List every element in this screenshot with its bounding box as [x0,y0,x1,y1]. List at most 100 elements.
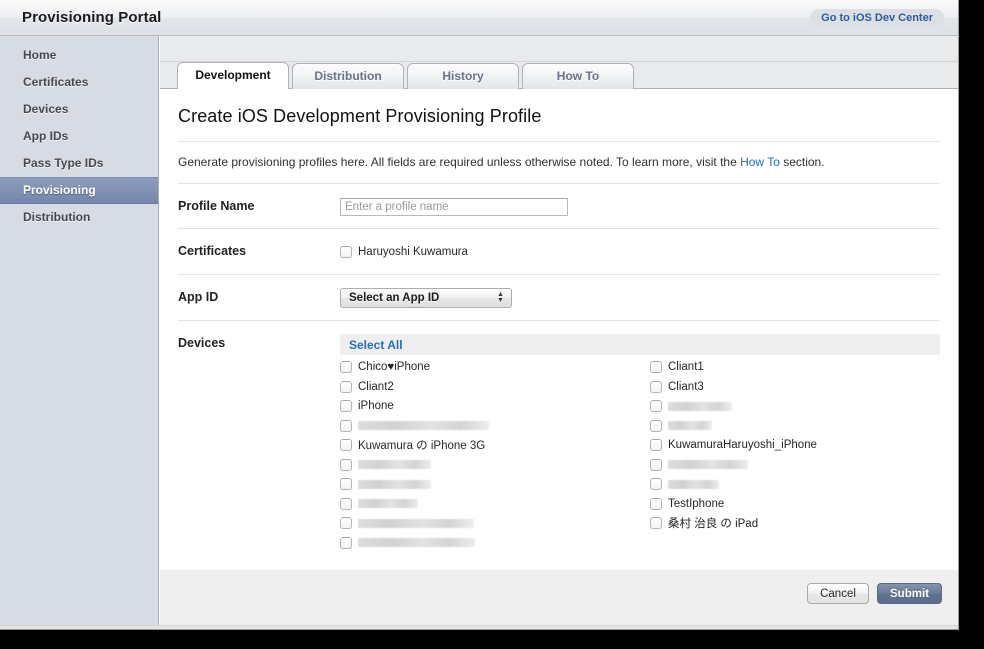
certificates-row: Certificates Haruyoshi Kuwamura [178,228,940,274]
provisioning-portal-window: Provisioning Portal Go to iOS Dev Center… [0,0,959,630]
checkbox-icon[interactable] [340,245,352,258]
main-panel: Create iOS Development Provisioning Prof… [160,89,958,597]
item-label: Kuwamura の iPhone 3G [358,440,486,453]
checkbox-icon[interactable] [650,458,662,471]
device-checkbox-row[interactable] [650,475,940,495]
sidebar-item-label: App IDs [23,129,69,143]
tab-label: History [442,69,484,83]
device-checkbox-row[interactable]: Cliant2 [340,377,640,397]
content-top-spacer [160,36,958,62]
device-checkbox-row[interactable] [340,416,640,436]
sidebar-item-label: Certificates [23,75,89,89]
device-column-left: Chico♥iPhone Cliant2 iPhone Kuwamura の iPho… [340,358,640,553]
form-footer: Cancel Submit [160,569,958,629]
redacted-device-name [668,401,732,411]
redacted-device-name [358,499,418,509]
device-grid: Chico♥iPhone Cliant2 iPhone Kuwamura の iPho… [340,355,940,553]
page-title: Provisioning Portal [22,9,162,26]
section-title: Create iOS Development Provisioning Prof… [178,106,542,126]
device-checkbox-row[interactable]: 桑村 治良 の iPad [650,514,940,534]
select-all-bar: Select All [340,333,940,355]
sidebar-item-provisioning[interactable]: Provisioning [0,177,158,204]
sidebar-item-certificates[interactable]: Certificates [0,69,158,96]
tab-bar: Development Distribution History How To [160,62,958,90]
device-checkbox-row[interactable]: Chico♥iPhone [340,358,640,378]
app-id-row: App ID Select an App ID ▲ ▼ [178,273,940,320]
checkbox-icon[interactable] [650,380,662,393]
sidebar-item-home[interactable]: Home [0,42,158,69]
checkbox-icon[interactable] [340,478,352,491]
profile-name-input[interactable] [340,198,568,216]
device-checkbox-row[interactable]: Kuwamura の iPhone 3G [340,436,640,456]
window-bottom-edge [0,625,958,629]
checkbox-icon[interactable] [340,419,352,432]
checkbox-icon[interactable] [650,497,662,510]
tab-history[interactable]: History [407,63,519,89]
certificate-checkbox-row[interactable]: Haruyoshi Kuwamura [340,242,940,262]
item-label: Cliant2 [358,380,394,393]
intro-text-after: section. [779,155,825,169]
checkbox-icon[interactable] [650,361,662,374]
certificates-list: Haruyoshi Kuwamura [340,242,940,262]
checkbox-icon[interactable] [650,439,662,452]
checkbox-icon[interactable] [340,400,352,413]
redacted-device-name [358,518,474,528]
checkbox-icon[interactable] [340,497,352,510]
item-label: Cliant1 [668,361,704,374]
checkbox-icon[interactable] [340,458,352,471]
device-checkbox-row[interactable] [650,397,940,417]
sidebar-nav: Home Certificates Devices App IDs Pass Type … [0,36,159,629]
checkbox-icon[interactable] [650,517,662,530]
how-to-link[interactable]: How To [740,155,780,169]
device-checkbox-row[interactable]: TestIphone [650,494,940,514]
app-id-select[interactable]: Select an App ID ▲ ▼ [340,287,512,308]
content-area: Development Distribution History How To Cre… [160,36,958,629]
device-column-right: Cliant1 Cliant3 KuwamuraHaruyoshi_iPhone Te… [640,358,940,553]
tab-distribution[interactable]: Distribution [292,63,404,89]
devices-row: Devices Select All Chico♥iPhone Cliant2 iP… [178,319,940,553]
tab-how-to[interactable]: How To [522,63,634,89]
intro-text-before: Generate provisioning profiles here. All… [178,155,741,169]
submit-button[interactable]: Submit [877,583,942,604]
select-all-link[interactable]: Select All [349,338,403,352]
redacted-device-name [668,479,719,489]
sidebar-item-label: Home [23,48,57,62]
devices-label: Devices [178,335,226,350]
checkbox-icon[interactable] [650,400,662,413]
redacted-device-name [668,421,712,431]
cancel-button[interactable]: Cancel [807,583,870,604]
device-checkbox-row[interactable] [650,455,940,475]
tab-label: Development [195,68,271,82]
checkbox-icon[interactable] [340,361,352,374]
sidebar-item-distribution[interactable]: Distribution [0,204,158,231]
checkbox-icon[interactable] [650,419,662,432]
device-checkbox-row[interactable]: KuwamuraHaruyoshi_iPhone [650,436,940,456]
tab-development[interactable]: Development [177,62,289,90]
checkbox-icon[interactable] [340,536,352,549]
sidebar-item-label: Provisioning [23,183,96,197]
redacted-device-name [358,460,431,470]
item-label: Chico♥iPhone [358,361,431,374]
checkbox-icon[interactable] [340,380,352,393]
sidebar-item-pass-type-ids[interactable]: Pass Type IDs [0,150,158,177]
device-checkbox-row[interactable]: iPhone [340,397,640,417]
checkbox-icon[interactable] [340,439,352,452]
checkbox-icon[interactable] [650,478,662,491]
device-checkbox-row[interactable] [340,455,640,475]
tab-label: How To [556,69,600,83]
device-checkbox-row[interactable] [340,514,640,534]
device-checkbox-row[interactable] [340,494,640,514]
redacted-device-name [358,479,431,489]
profile-name-row: Profile Name [178,183,940,228]
device-checkbox-row[interactable] [340,533,640,553]
sidebar-item-label: Pass Type IDs [23,156,104,170]
device-checkbox-row[interactable] [650,416,940,436]
checkbox-icon[interactable] [340,517,352,530]
sidebar-item-app-ids[interactable]: App IDs [0,123,158,150]
device-checkbox-row[interactable]: Cliant1 [650,358,940,378]
app-id-selected-value: Select an App ID [349,291,440,304]
device-checkbox-row[interactable]: Cliant3 [650,377,940,397]
go-to-ios-dev-center-link[interactable]: Go to iOS Dev Center [810,9,944,27]
device-checkbox-row[interactable] [340,475,640,495]
sidebar-item-devices[interactable]: Devices [0,96,158,123]
